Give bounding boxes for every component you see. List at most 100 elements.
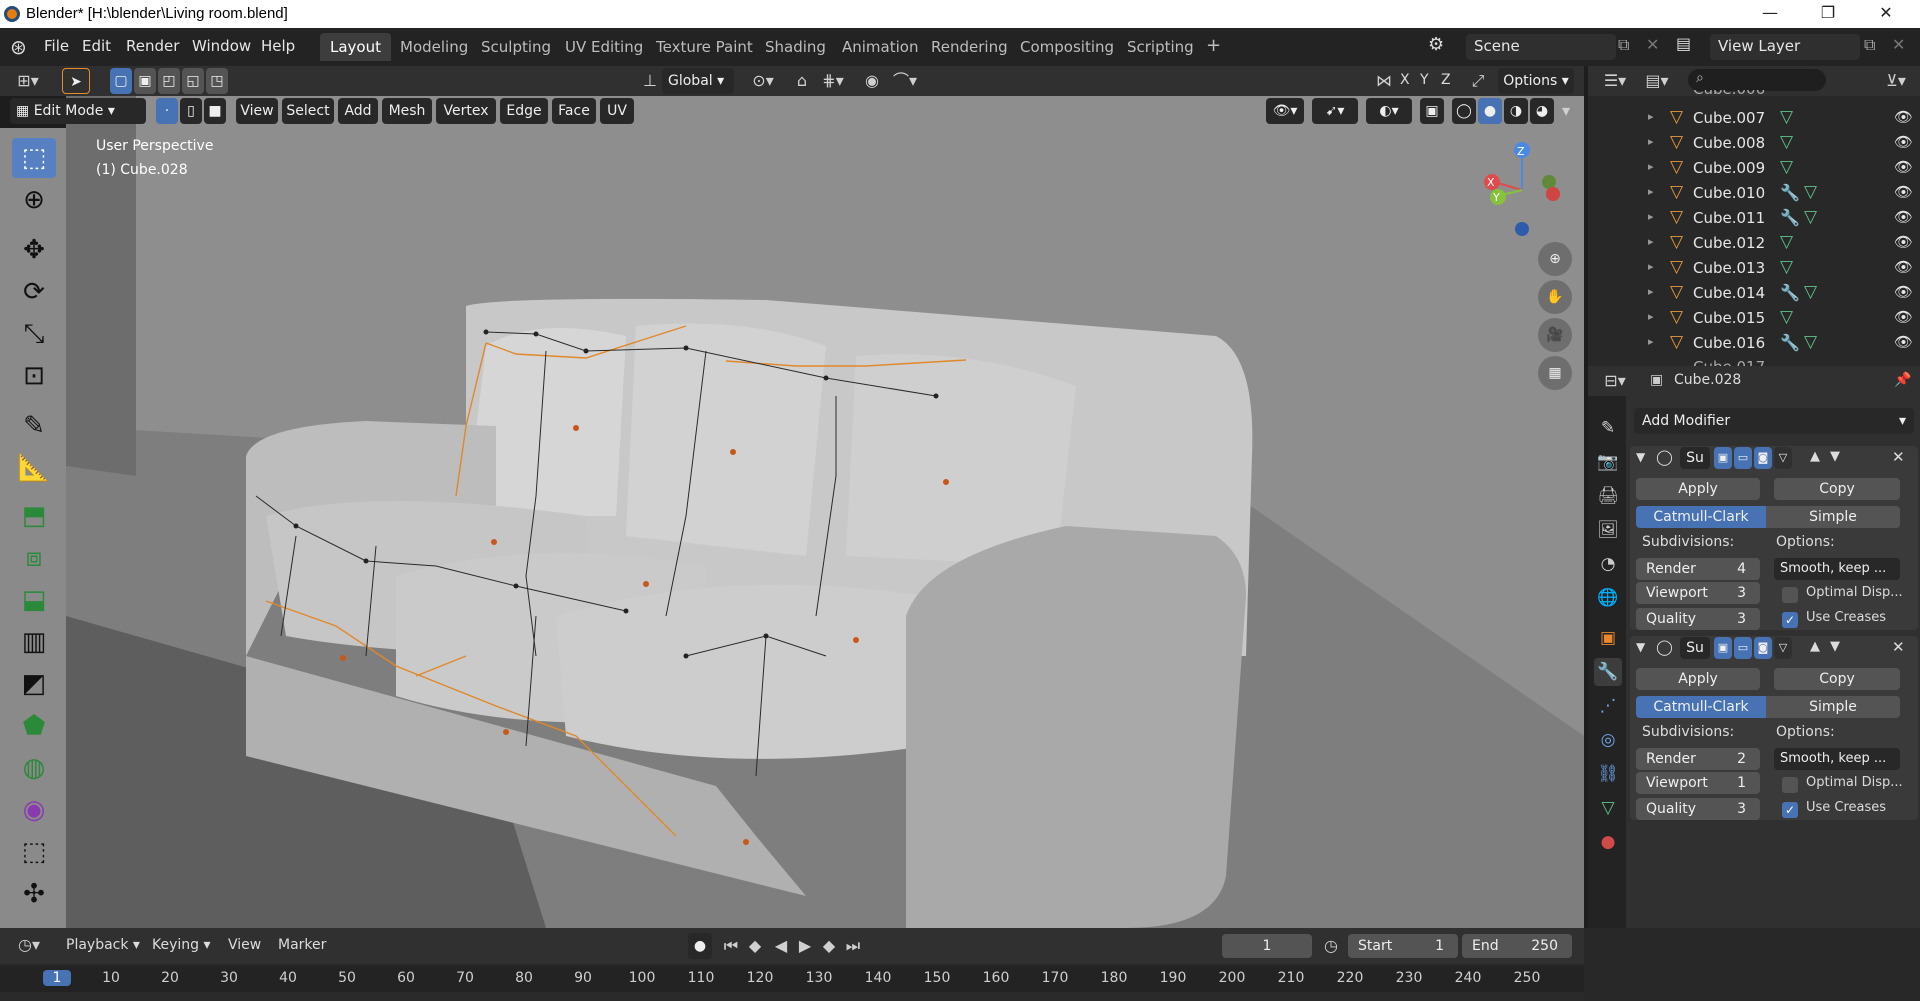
menu-marker[interactable]: Marker	[278, 937, 326, 953]
data-tab-icon[interactable]: ▽	[1594, 794, 1622, 822]
remove-modifier-icon[interactable]: ✕	[1892, 448, 1905, 466]
scene-field[interactable]: Scene	[1466, 34, 1616, 60]
view-layer-tab-icon[interactable]: 🖼	[1594, 516, 1622, 544]
visibility-eye-icon[interactable]: 👁	[1894, 308, 1913, 326]
inset-tool-icon[interactable]: ⧈	[12, 538, 56, 578]
transform-tool-icon[interactable]: ⊡	[12, 356, 56, 396]
menu-uv[interactable]: UV	[600, 98, 634, 124]
cage-toggle-icon[interactable]: ▽	[1774, 637, 1792, 659]
scene-icon[interactable]: ⚙	[1428, 34, 1444, 55]
mesh-data-icon[interactable]: ▽	[1780, 257, 1793, 277]
maximize-button[interactable]: ❐	[1806, 3, 1850, 25]
loop-cut-tool-icon[interactable]: ▥	[12, 622, 56, 662]
menu-add[interactable]: Add	[338, 98, 378, 124]
tab-sculpting[interactable]: Sculpting	[471, 33, 561, 61]
tab-uv-editing[interactable]: UV Editing	[555, 33, 653, 61]
edit-mode-toggle-icon[interactable]: ▣	[1714, 447, 1732, 469]
visibility-eye-icon[interactable]: 👁	[1894, 133, 1913, 151]
current-frame-field[interactable]: 1	[1222, 934, 1312, 958]
visibility-eye-icon[interactable]: 👁	[1894, 108, 1913, 126]
timeline-scrollbar[interactable]	[0, 992, 1584, 1001]
pivot-icon[interactable]: ⊙▾	[746, 68, 780, 94]
visibility-eye-icon[interactable]: 👁	[1894, 183, 1913, 201]
proportional-edit-icon[interactable]: ◉	[860, 68, 884, 94]
tab-rendering[interactable]: Rendering	[921, 33, 1018, 61]
menu-file[interactable]: File	[44, 37, 69, 55]
move-down-icon[interactable]: ▼	[1830, 449, 1840, 464]
expand-arrow-icon[interactable]: ▸	[1648, 160, 1654, 173]
expand-arrow-icon[interactable]: ▸	[1648, 210, 1654, 223]
edge-select-icon[interactable]: ▯	[180, 98, 202, 124]
render-toggle-icon[interactable]: ◙	[1754, 637, 1772, 659]
move-up-icon[interactable]: ▲	[1810, 639, 1820, 654]
record-icon[interactable]: ●	[688, 933, 712, 959]
wireframe-shading-icon[interactable]: ◯	[1452, 98, 1476, 124]
expand-arrow-icon[interactable]: ▸	[1648, 310, 1654, 323]
jump-end-icon[interactable]: ⏭	[842, 933, 864, 959]
constraints-tab-icon[interactable]: ⛓	[1594, 760, 1622, 788]
prev-keyframe-icon[interactable]: ◆	[744, 933, 766, 959]
expand-arrow-icon[interactable]: ▸	[1648, 110, 1654, 123]
orientation-dropdown[interactable]: Global ▾	[662, 68, 734, 94]
uv-smooth-dropdown[interactable]: Smooth, keep ...	[1774, 558, 1900, 580]
bevel-tool-icon[interactable]: ⬓	[12, 580, 56, 620]
modifier-name-field[interactable]: Su	[1680, 447, 1710, 469]
modifier-wrench-icon[interactable]: 🔧	[1780, 183, 1800, 202]
axis-y[interactable]: Y	[1420, 72, 1429, 88]
tab-scripting[interactable]: Scripting	[1117, 33, 1204, 61]
outliner-row[interactable]: ▸ ▽ Cube.007 ▽ 👁	[1588, 106, 1920, 131]
snap-target-icon[interactable]: ⋕▾	[816, 68, 850, 94]
apply-button[interactable]: Apply	[1636, 478, 1760, 500]
material-tab-icon[interactable]: ●	[1594, 828, 1622, 856]
copy-button[interactable]: Copy	[1774, 478, 1900, 500]
menu-edge[interactable]: Edge	[500, 98, 548, 124]
close-button[interactable]: ✕	[1864, 3, 1908, 25]
frame-ruler[interactable]: 1 10 20 30 40 50 60 70 80 90 100 110 120 130 140 150 160…	[0, 966, 1584, 992]
poly-build-tool-icon[interactable]: ⬟	[12, 706, 56, 746]
delete-scene-icon[interactable]: ✕	[1646, 35, 1659, 54]
face-select-icon[interactable]: ■	[204, 98, 226, 124]
render-tab-icon[interactable]: 📷	[1594, 448, 1622, 476]
edit-mode-toggle-icon[interactable]: ▣	[1714, 637, 1732, 659]
move-down-icon[interactable]: ▼	[1830, 639, 1840, 654]
menu-mesh[interactable]: Mesh	[382, 98, 432, 124]
mesh-data-icon[interactable]: ▽	[1780, 157, 1793, 177]
menu-edit[interactable]: Edit	[82, 37, 111, 55]
outliner-row[interactable]: ▸ ▽ Cube.014 🔧 ▽ 👁	[1588, 281, 1920, 306]
knife-tool-icon[interactable]: ◩	[12, 664, 56, 704]
viewport-levels-field[interactable]: Viewport 3	[1636, 582, 1760, 604]
view-layer-field[interactable]: View Layer	[1710, 34, 1860, 60]
mesh-data-icon[interactable]: ▽	[1780, 132, 1793, 152]
modifier-wrench-icon[interactable]: 🔧	[1780, 333, 1800, 352]
blender-menu-icon[interactable]: ⊛	[10, 35, 27, 59]
edge-slide-tool-icon[interactable]: ⬚	[12, 832, 56, 872]
move-up-icon[interactable]: ▲	[1810, 449, 1820, 464]
viewport-levels-field[interactable]: Viewport 1	[1636, 772, 1760, 794]
camera-icon[interactable]: 🎥	[1538, 318, 1572, 352]
expand-arrow-icon[interactable]: ▸	[1648, 335, 1654, 348]
mode-intersect-icon[interactable]: ◳	[206, 68, 228, 94]
menu-face[interactable]: Face	[552, 98, 596, 124]
collapse-arrow-icon[interactable]: ▼	[1636, 450, 1645, 464]
minimize-button[interactable]: —	[1748, 3, 1792, 25]
visibility-eye-icon[interactable]: 👁	[1894, 283, 1913, 301]
vertex-select-icon[interactable]: ⋅	[156, 98, 178, 124]
clock-icon[interactable]: ◷	[1320, 933, 1342, 959]
menu-timeline-view[interactable]: View	[228, 937, 261, 953]
render-levels-field[interactable]: Render 2	[1636, 748, 1760, 770]
add-workspace-icon[interactable]: +	[1196, 33, 1231, 61]
menu-help[interactable]: Help	[261, 37, 295, 55]
outliner-row[interactable]: ▸ ▽ Cube.009 ▽ 👁	[1588, 156, 1920, 181]
pan-hand-icon[interactable]: ✋	[1538, 280, 1572, 314]
quality-field[interactable]: Quality 3	[1636, 798, 1760, 820]
add-modifier-dropdown[interactable]: Add Modifier ▾	[1634, 408, 1914, 434]
new-scene-icon[interactable]: ⧉	[1618, 35, 1629, 55]
outliner-row[interactable]: ▸ ▽ Cube.016 🔧 ▽ 👁	[1588, 331, 1920, 356]
outliner-row-partial[interactable]: Cube.006	[1588, 90, 1920, 102]
outliner-row-partial-bottom[interactable]: Cube.017	[1588, 356, 1920, 366]
menu-playback[interactable]: Playback ▾	[66, 937, 140, 953]
expand-arrow-icon[interactable]: ▸	[1648, 185, 1654, 198]
modifier-name-field[interactable]: Su	[1680, 637, 1710, 659]
mode-new-icon[interactable]: ▢	[110, 68, 132, 94]
outliner-row[interactable]: ▸ ▽ Cube.008 ▽ 👁	[1588, 131, 1920, 156]
